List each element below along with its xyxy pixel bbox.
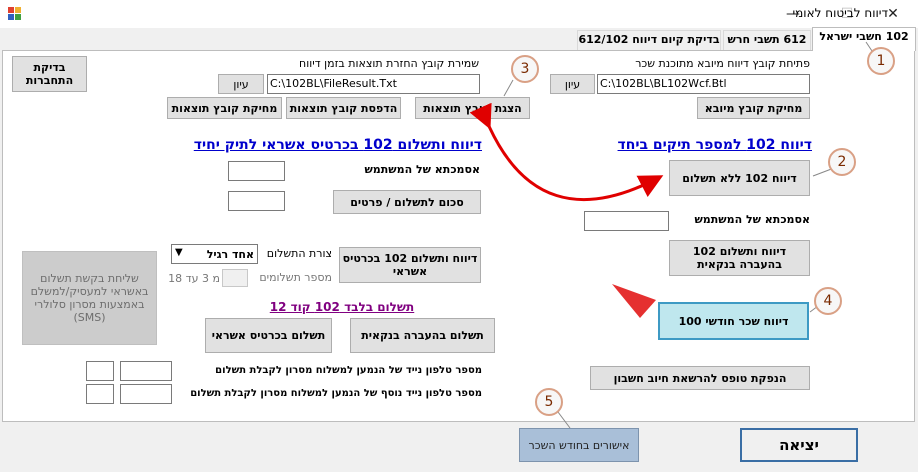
annotation-badge-3: 3 bbox=[511, 55, 539, 83]
pointer-arrow-4 bbox=[612, 284, 656, 318]
leader-line-5 bbox=[557, 411, 571, 429]
annotation-badge-1: 1 bbox=[867, 47, 895, 75]
annotation-badge-5: 5 bbox=[535, 388, 563, 416]
annotation-arrows bbox=[469, 41, 877, 429]
annotation-badge-2: 2 bbox=[828, 148, 856, 176]
annotation-badge-4: 4 bbox=[814, 287, 842, 315]
leader-line-3 bbox=[503, 79, 514, 97]
double-arrow bbox=[469, 102, 664, 201]
